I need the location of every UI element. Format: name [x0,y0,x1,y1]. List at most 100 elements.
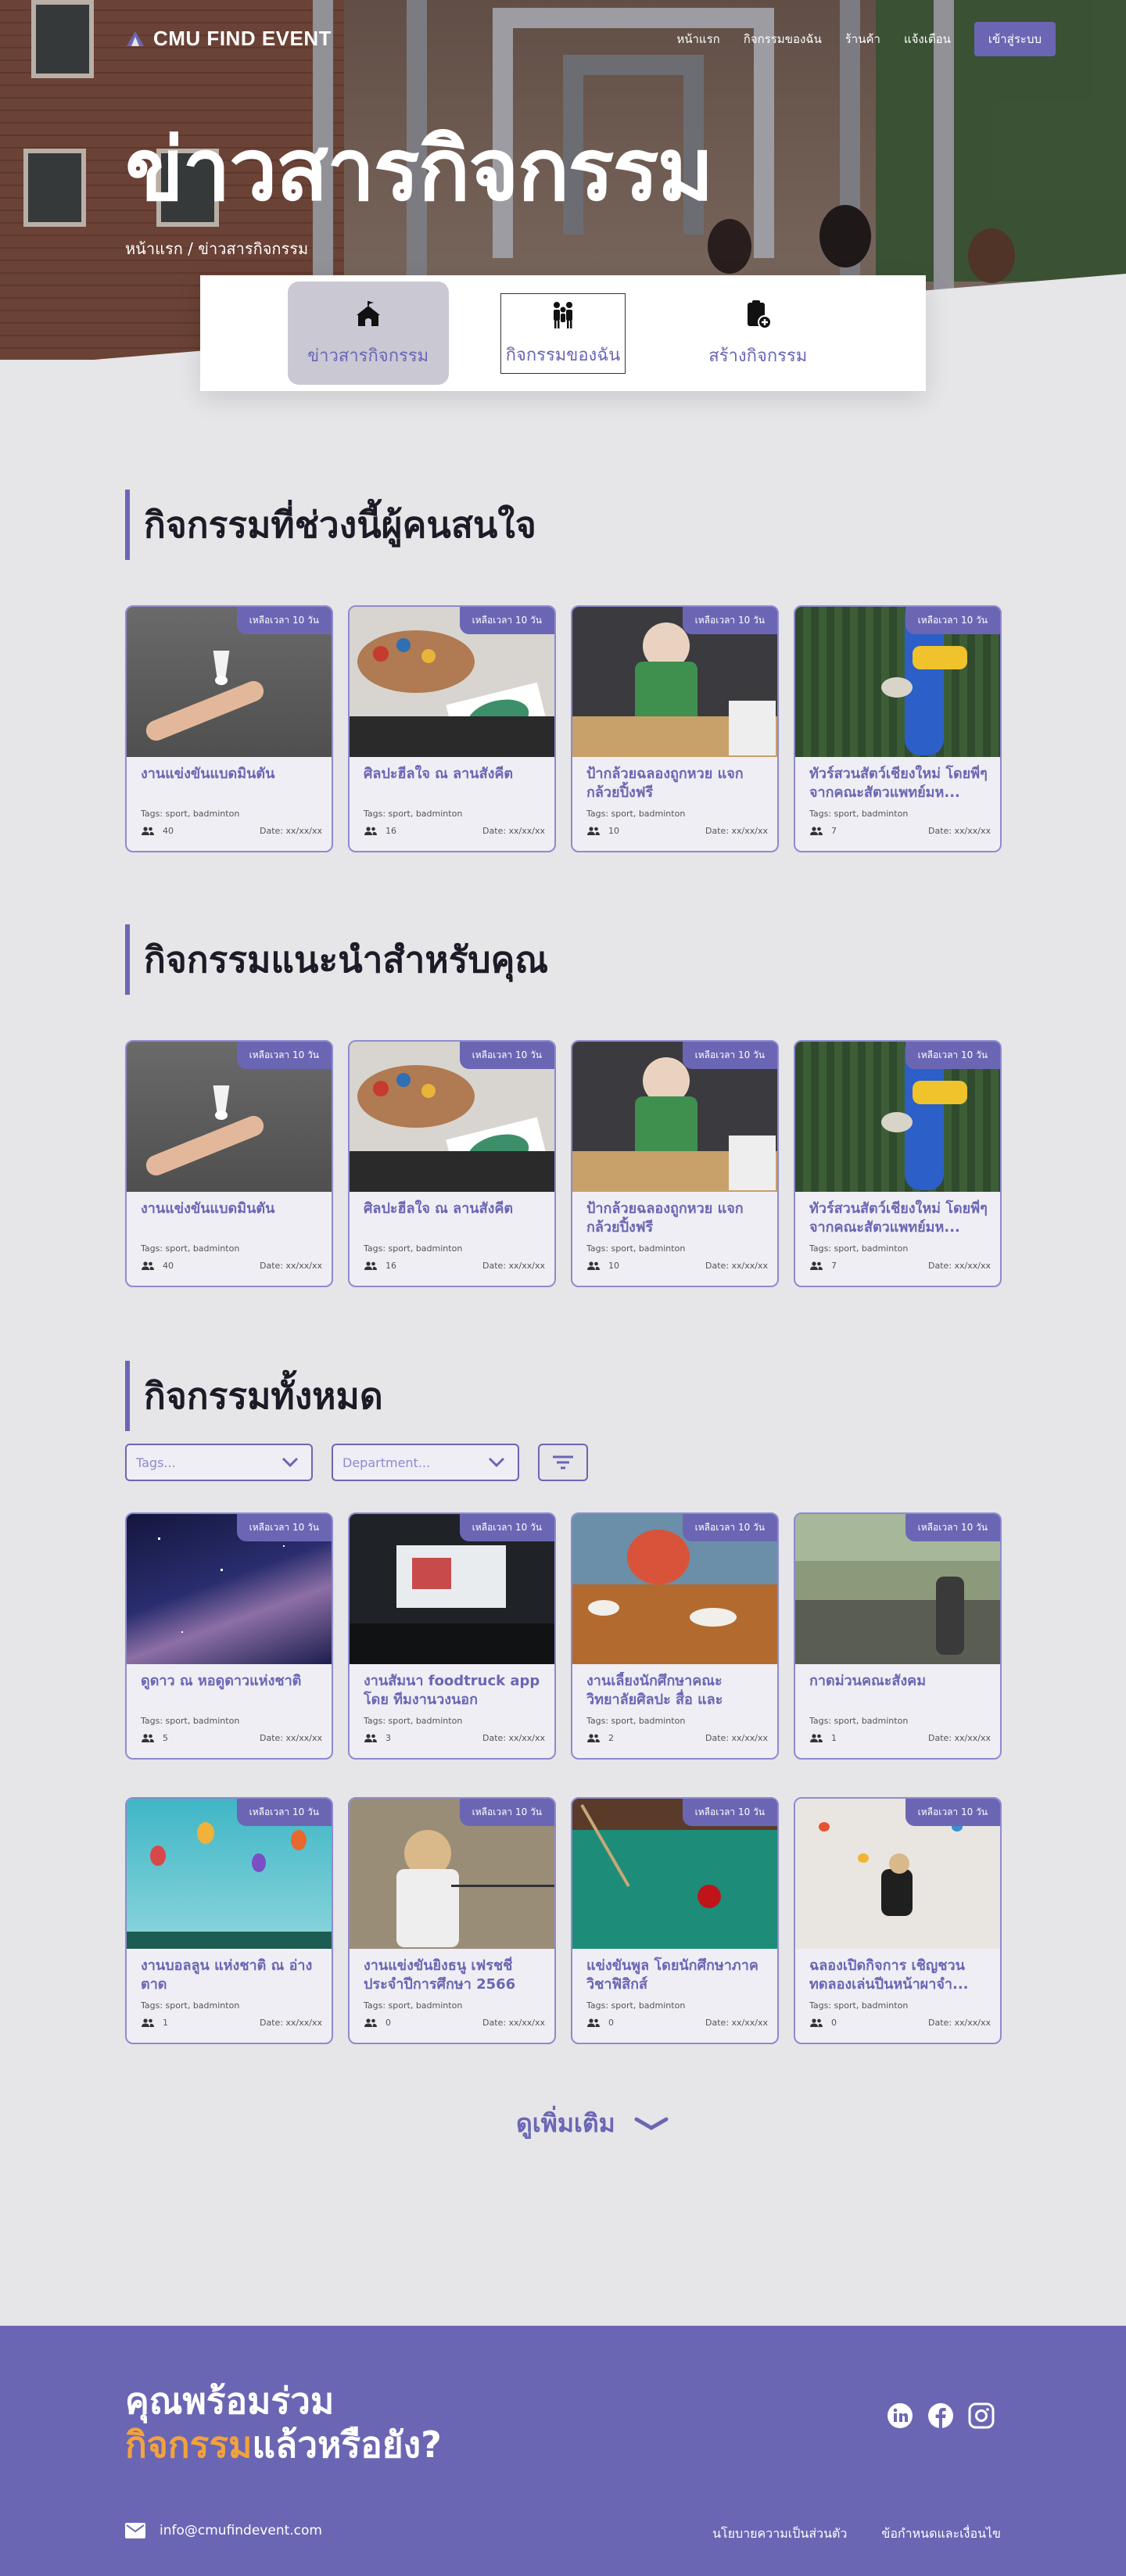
card-title: งานบอลลูน แห่งชาติ ณ อ่างตาด [141,1957,313,1993]
card-tags: Tags: sport, badminton [586,809,686,819]
section-all-header: กิจกรรมทั้งหมด [125,1361,383,1431]
activity-card[interactable]: เหลือเวลา 10 วัน งานแข่งขันยิงธนู เฟรชชี… [348,1797,556,2044]
card-tags: Tags: sport, badminton [364,1716,463,1726]
activity-card[interactable]: เหลือเวลา 10 วัน ศิลปะฮีลใจ ณ ลานสังคีต … [348,1040,556,1287]
tags-filter-select[interactable]: Tags... [125,1444,313,1481]
time-left-badge: เหลือเวลา 10 วัน [459,1799,554,1826]
card-date: Date: xx/xx/xx [705,2018,768,2028]
activity-card[interactable]: เหลือเวลา 10 วัน ทัวร์สวนสัตว์เชียงใหม่ … [794,1040,1002,1287]
section-title: กิจกรรมแนะนำสำหรับคุณ [144,938,549,981]
see-more-button[interactable]: ดูเพิ่มเติม [516,2104,669,2144]
participants: 3 [364,1733,391,1743]
department-filter-select[interactable]: Department... [332,1444,519,1481]
participants: 5 [141,1733,168,1743]
circus-tent-icon [356,300,380,326]
nav-link-shop[interactable]: ร้านค้า [845,30,880,48]
card-date: Date: xx/xx/xx [260,1261,322,1271]
time-left-badge: เหลือเวลา 10 วัน [905,1514,1000,1541]
card-title: ป้ากล้วยฉลองถูกหวย แจกกล้วยปิ้งฟรี [586,766,744,801]
footer-cta-line2: กิจกรรมแล้วหรือยัง? [125,2416,442,2474]
people-icon [364,1733,377,1742]
card-date: Date: xx/xx/xx [705,1733,768,1743]
card-date: Date: xx/xx/xx [928,1733,991,1743]
card-title: งานเลี้ยงนักศึกษาคณะวิทยาลัยศิลปะ สื่อ แ… [586,1673,723,1708]
time-left-badge: เหลือเวลา 10 วัน [459,1042,554,1069]
participant-count: 3 [385,1733,391,1743]
participant-count: 40 [163,826,174,836]
nav-link-my-activities[interactable]: กิจกรรมของฉัน [744,30,822,48]
people-icon [142,2018,154,2027]
people-icon [587,826,600,835]
activity-card[interactable]: เหลือเวลา 10 วัน ทัวร์สวนสัตว์เชียงใหม่ … [794,605,1002,852]
privacy-policy-link[interactable]: นโยบายความเป็นส่วนตัว [712,2524,847,2544]
activity-card[interactable]: เหลือเวลา 10 วัน ป้ากล้วยฉลองถูกหวย แจกก… [571,1040,779,1287]
activity-card[interactable]: เหลือเวลา 10 วัน งานแข่งขันแบดมินตัน Tag… [125,605,333,852]
card-title: ทัวร์สวนสัตว์เชียงใหม่ โดยพี่ๆจากคณะสัตว… [809,1200,988,1236]
participants: 2 [586,1733,614,1743]
top-nav: CMU FIND EVENT หน้าแรก กิจกรรมของฉัน ร้า… [0,0,1126,75]
footer-cta-rest: แล้วหรือยัง? [252,2424,442,2466]
participant-count: 1 [163,2018,168,2028]
tab-label: สร้างกิจกรรม [708,346,808,366]
people-icon [810,1733,823,1742]
facebook-icon[interactable] [927,2402,954,2429]
footer-email-text: info@cmufindevent.com [160,2523,322,2538]
people-icon [364,826,377,835]
participant-count: 2 [608,1733,614,1743]
activity-card[interactable]: เหลือเวลา 10 วัน ป้ากล้วยฉลองถูกหวย แจกก… [571,605,779,852]
card-tags: Tags: sport, badminton [809,809,909,819]
participants: 0 [364,2018,391,2028]
card-date: Date: xx/xx/xx [260,2018,322,2028]
breadcrumb[interactable]: หน้าแรก / ข่าวสารกิจกรรม [125,236,308,261]
login-button[interactable]: เข้าสู่ระบบ [974,22,1056,56]
people-icon [142,826,154,835]
tab-my-activities[interactable]: กิจกรรมของฉัน [482,282,644,385]
brand-name: CMU FIND EVENT [153,27,332,50]
chevron-down-icon [282,1457,299,1468]
activity-card[interactable]: เหลือเวลา 10 วัน งานสัมนา foodtruck app … [348,1512,556,1760]
card-date: Date: xx/xx/xx [482,2018,545,2028]
participant-count: 1 [831,1733,837,1743]
tab-create-activity[interactable]: สร้างกิจกรรม [677,282,838,385]
section-title: กิจกรรมที่ช่วงนี้ผู้คนสนใจ [144,503,536,546]
time-left-badge: เหลือเวลา 10 วัน [459,607,554,634]
time-left-badge: เหลือเวลา 10 วัน [459,1514,554,1541]
activity-card[interactable]: เหลือเวลา 10 วัน งานบอลลูน แห่งชาติ ณ อ่… [125,1797,333,2044]
terms-link[interactable]: ข้อกำหนดและเงื่อนไข [881,2524,1001,2544]
card-title: งานแข่งขันแบดมินตัน [141,1200,275,1217]
card-tags: Tags: sport, badminton [586,2000,686,2011]
time-left-badge: เหลือเวลา 10 วัน [236,607,332,634]
activity-card[interactable]: เหลือเวลา 10 วัน งานแข่งขันแบดมินตัน Tag… [125,1040,333,1287]
filter-icon [553,1455,573,1469]
activity-card[interactable]: เหลือเวลา 10 วัน ดูดาว ณ หอดูดาวแห่งชาติ… [125,1512,333,1760]
social-links [887,2402,995,2429]
card-date: Date: xx/xx/xx [482,826,545,836]
group-people-icon [553,301,572,328]
participants: 1 [809,1733,837,1743]
linkedin-icon[interactable] [887,2402,913,2429]
chevron-down-icon [488,1457,505,1468]
page-title: ข่าวสารกิจกรรม [125,120,714,220]
activity-card[interactable]: เหลือเวลา 10 วัน ศิลปะฮีลใจ ณ ลานสังคีต … [348,605,556,852]
card-tags: Tags: sport, badminton [586,1716,686,1726]
logo[interactable]: CMU FIND EVENT [125,27,332,51]
filter-button[interactable] [538,1444,588,1481]
footer-links: นโยบายความเป็นส่วนตัว ข้อกำหนดและเงื่อนไ… [712,2524,1001,2544]
nav-link-notifications[interactable]: แจ้งเตือน [904,30,951,48]
nav-link-home[interactable]: หน้าแรก [676,30,719,48]
participant-count: 7 [831,1261,837,1271]
card-date: Date: xx/xx/xx [928,2018,991,2028]
footer-email[interactable]: info@cmufindevent.com [125,2523,322,2538]
activity-card[interactable]: เหลือเวลา 10 วัน แข่งขันพูล โดยนักศึกษาภ… [571,1797,779,2044]
people-icon [142,1733,154,1742]
participant-count: 40 [163,1261,174,1271]
people-icon [587,1261,600,1270]
tab-activity-news[interactable]: ข่าวสารกิจกรรม [287,282,449,385]
activity-card[interactable]: เหลือเวลา 10 วัน กาดม่วนคณะสังคม Tags: s… [794,1512,1002,1760]
participants: 1 [141,2018,168,2028]
instagram-icon[interactable] [968,2402,995,2429]
activity-card[interactable]: เหลือเวลา 10 วัน ฉลองเปิดกิจการ เชิญชวนท… [794,1797,1002,2044]
section-popular-header: กิจกรรมที่ช่วงนี้ผู้คนสนใจ [125,490,536,560]
time-left-badge: เหลือเวลา 10 วัน [905,607,1000,634]
activity-card[interactable]: เหลือเวลา 10 วัน งานเลี้ยงนักศึกษาคณะวิท… [571,1512,779,1760]
